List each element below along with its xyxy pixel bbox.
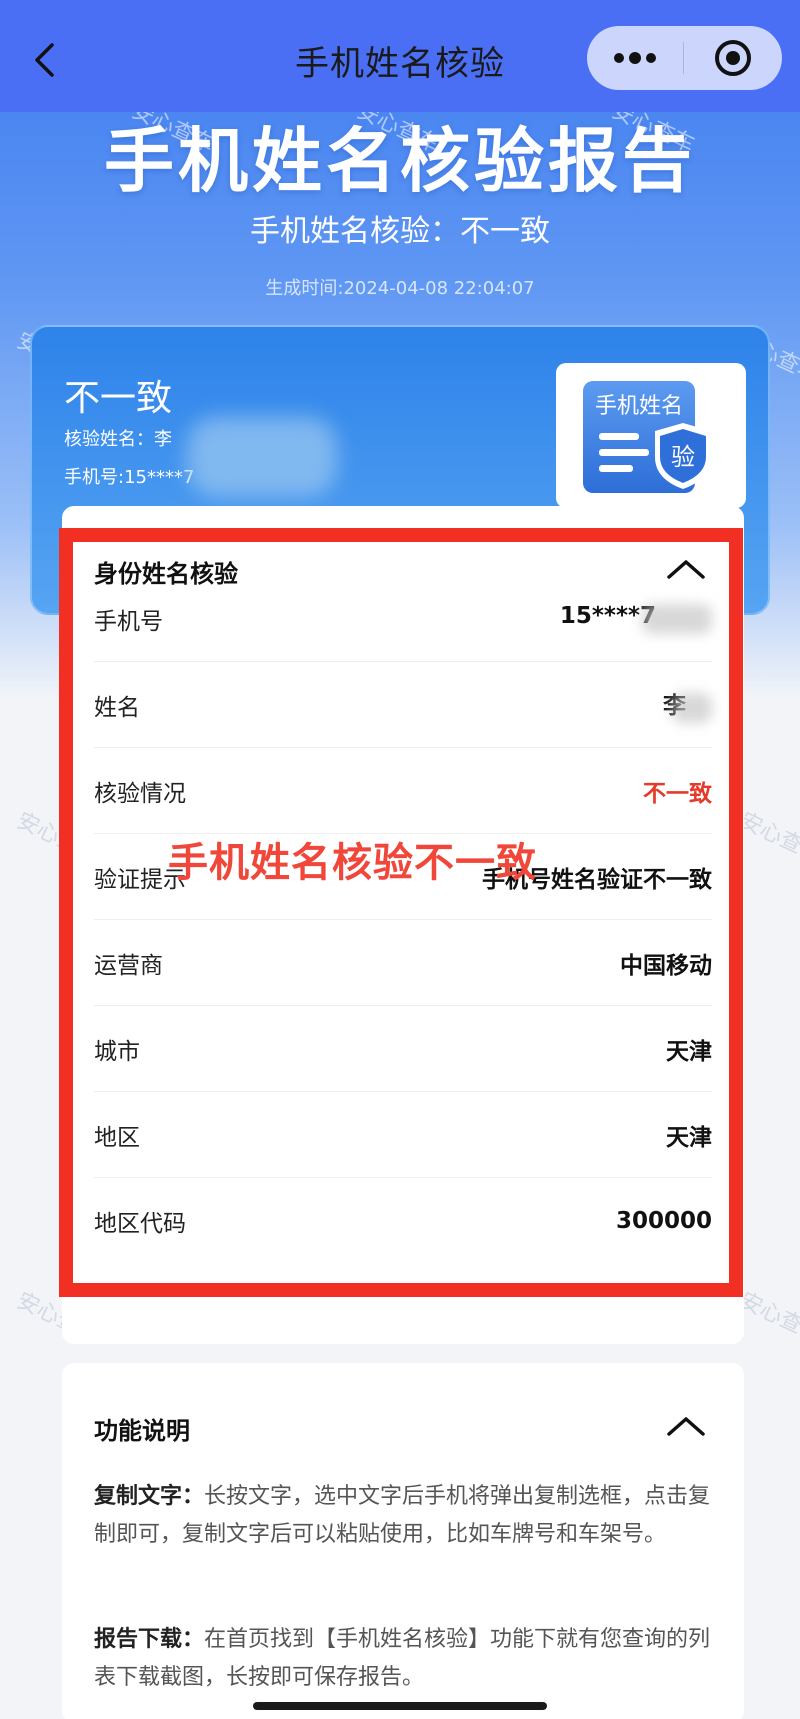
function-key: 报告下载： <box>94 1627 205 1652</box>
annotation-text: 手机姓名核验不一致 <box>168 840 537 886</box>
section-title: 功能说明 <box>94 1417 190 1445</box>
chevron-up-icon <box>667 1417 705 1436</box>
report-title: 手机姓名核验报告 <box>104 120 696 202</box>
row-region: 地区 天津 <box>94 1092 712 1178</box>
row-label: 姓名 <box>94 694 140 721</box>
more-dots-icon <box>614 52 656 64</box>
row-city: 城市 天津 <box>94 1006 712 1092</box>
privacy-blur <box>672 693 712 724</box>
privacy-blur <box>187 417 337 497</box>
identity-verification-card: 身份姓名核验 手机号 15****7 姓名 李 核验情况 不一致 验证提示 手机… <box>62 506 744 1344</box>
target-icon <box>714 40 751 76</box>
row-label: 手机号 <box>94 608 163 635</box>
navbar: 手机姓名核验 <box>0 0 800 112</box>
function-key: 复制文字： <box>94 1484 205 1509</box>
report-generated-time: 生成时间:2024-04-08 22:04:07 <box>265 278 535 299</box>
badge-seal: 验 <box>671 443 695 471</box>
row-label: 核验情况 <box>94 780 186 807</box>
row-value: 中国移动 <box>620 952 712 979</box>
mini-program-capsule <box>587 26 782 90</box>
summary-status: 不一致 <box>64 378 173 419</box>
function-item-copy: 复制文字：长按文字，选中文字后手机将弹出复制选框，点击复制即可，复制文字后可以粘… <box>94 1478 712 1554</box>
function-description-card: 功能说明 复制文字：长按文字，选中文字后手机将弹出复制选框，点击复制即可，复制文… <box>62 1363 744 1719</box>
watermark: 安心查车 <box>735 808 800 869</box>
collapse-toggle[interactable] <box>664 1413 708 1439</box>
row-phone: 手机号 15****7 <box>94 576 712 662</box>
row-label: 运营商 <box>94 952 163 979</box>
badge-text: 手机姓名 <box>595 394 683 419</box>
row-value: 300000 <box>615 1208 712 1234</box>
more-button[interactable] <box>587 26 683 90</box>
verification-badge: 手机姓名 验 <box>556 363 746 508</box>
function-item-download: 报告下载：在首页找到【手机姓名核验】功能下就有您查询的列表下载截图，长按即可保存… <box>94 1621 712 1697</box>
row-label: 城市 <box>94 1038 140 1065</box>
row-label: 地区 <box>94 1124 140 1151</box>
summary-phone: 手机号:15****7 <box>64 467 195 488</box>
row-verification-status: 核验情况 不一致 <box>94 748 712 834</box>
row-value: 不一致 <box>643 780 712 807</box>
home-indicator[interactable] <box>253 1702 547 1710</box>
row-label: 地区代码 <box>94 1211 186 1237</box>
row-value: 天津 <box>666 1038 712 1065</box>
row-value: 天津 <box>666 1124 712 1151</box>
row-name: 姓名 李 <box>94 662 712 748</box>
close-mini-program-button[interactable] <box>684 26 781 90</box>
report-subtitle: 手机姓名核验：不一致 <box>250 214 550 249</box>
summary-name: 核验姓名：李 <box>64 429 172 450</box>
row-region-code: 地区代码 300000 <box>94 1178 712 1264</box>
phone-name-verify-icon: 手机姓名 验 <box>583 380 711 493</box>
row-carrier: 运营商 中国移动 <box>94 920 712 1006</box>
watermark: 安心查车 <box>735 1288 800 1349</box>
privacy-blur <box>642 603 712 634</box>
